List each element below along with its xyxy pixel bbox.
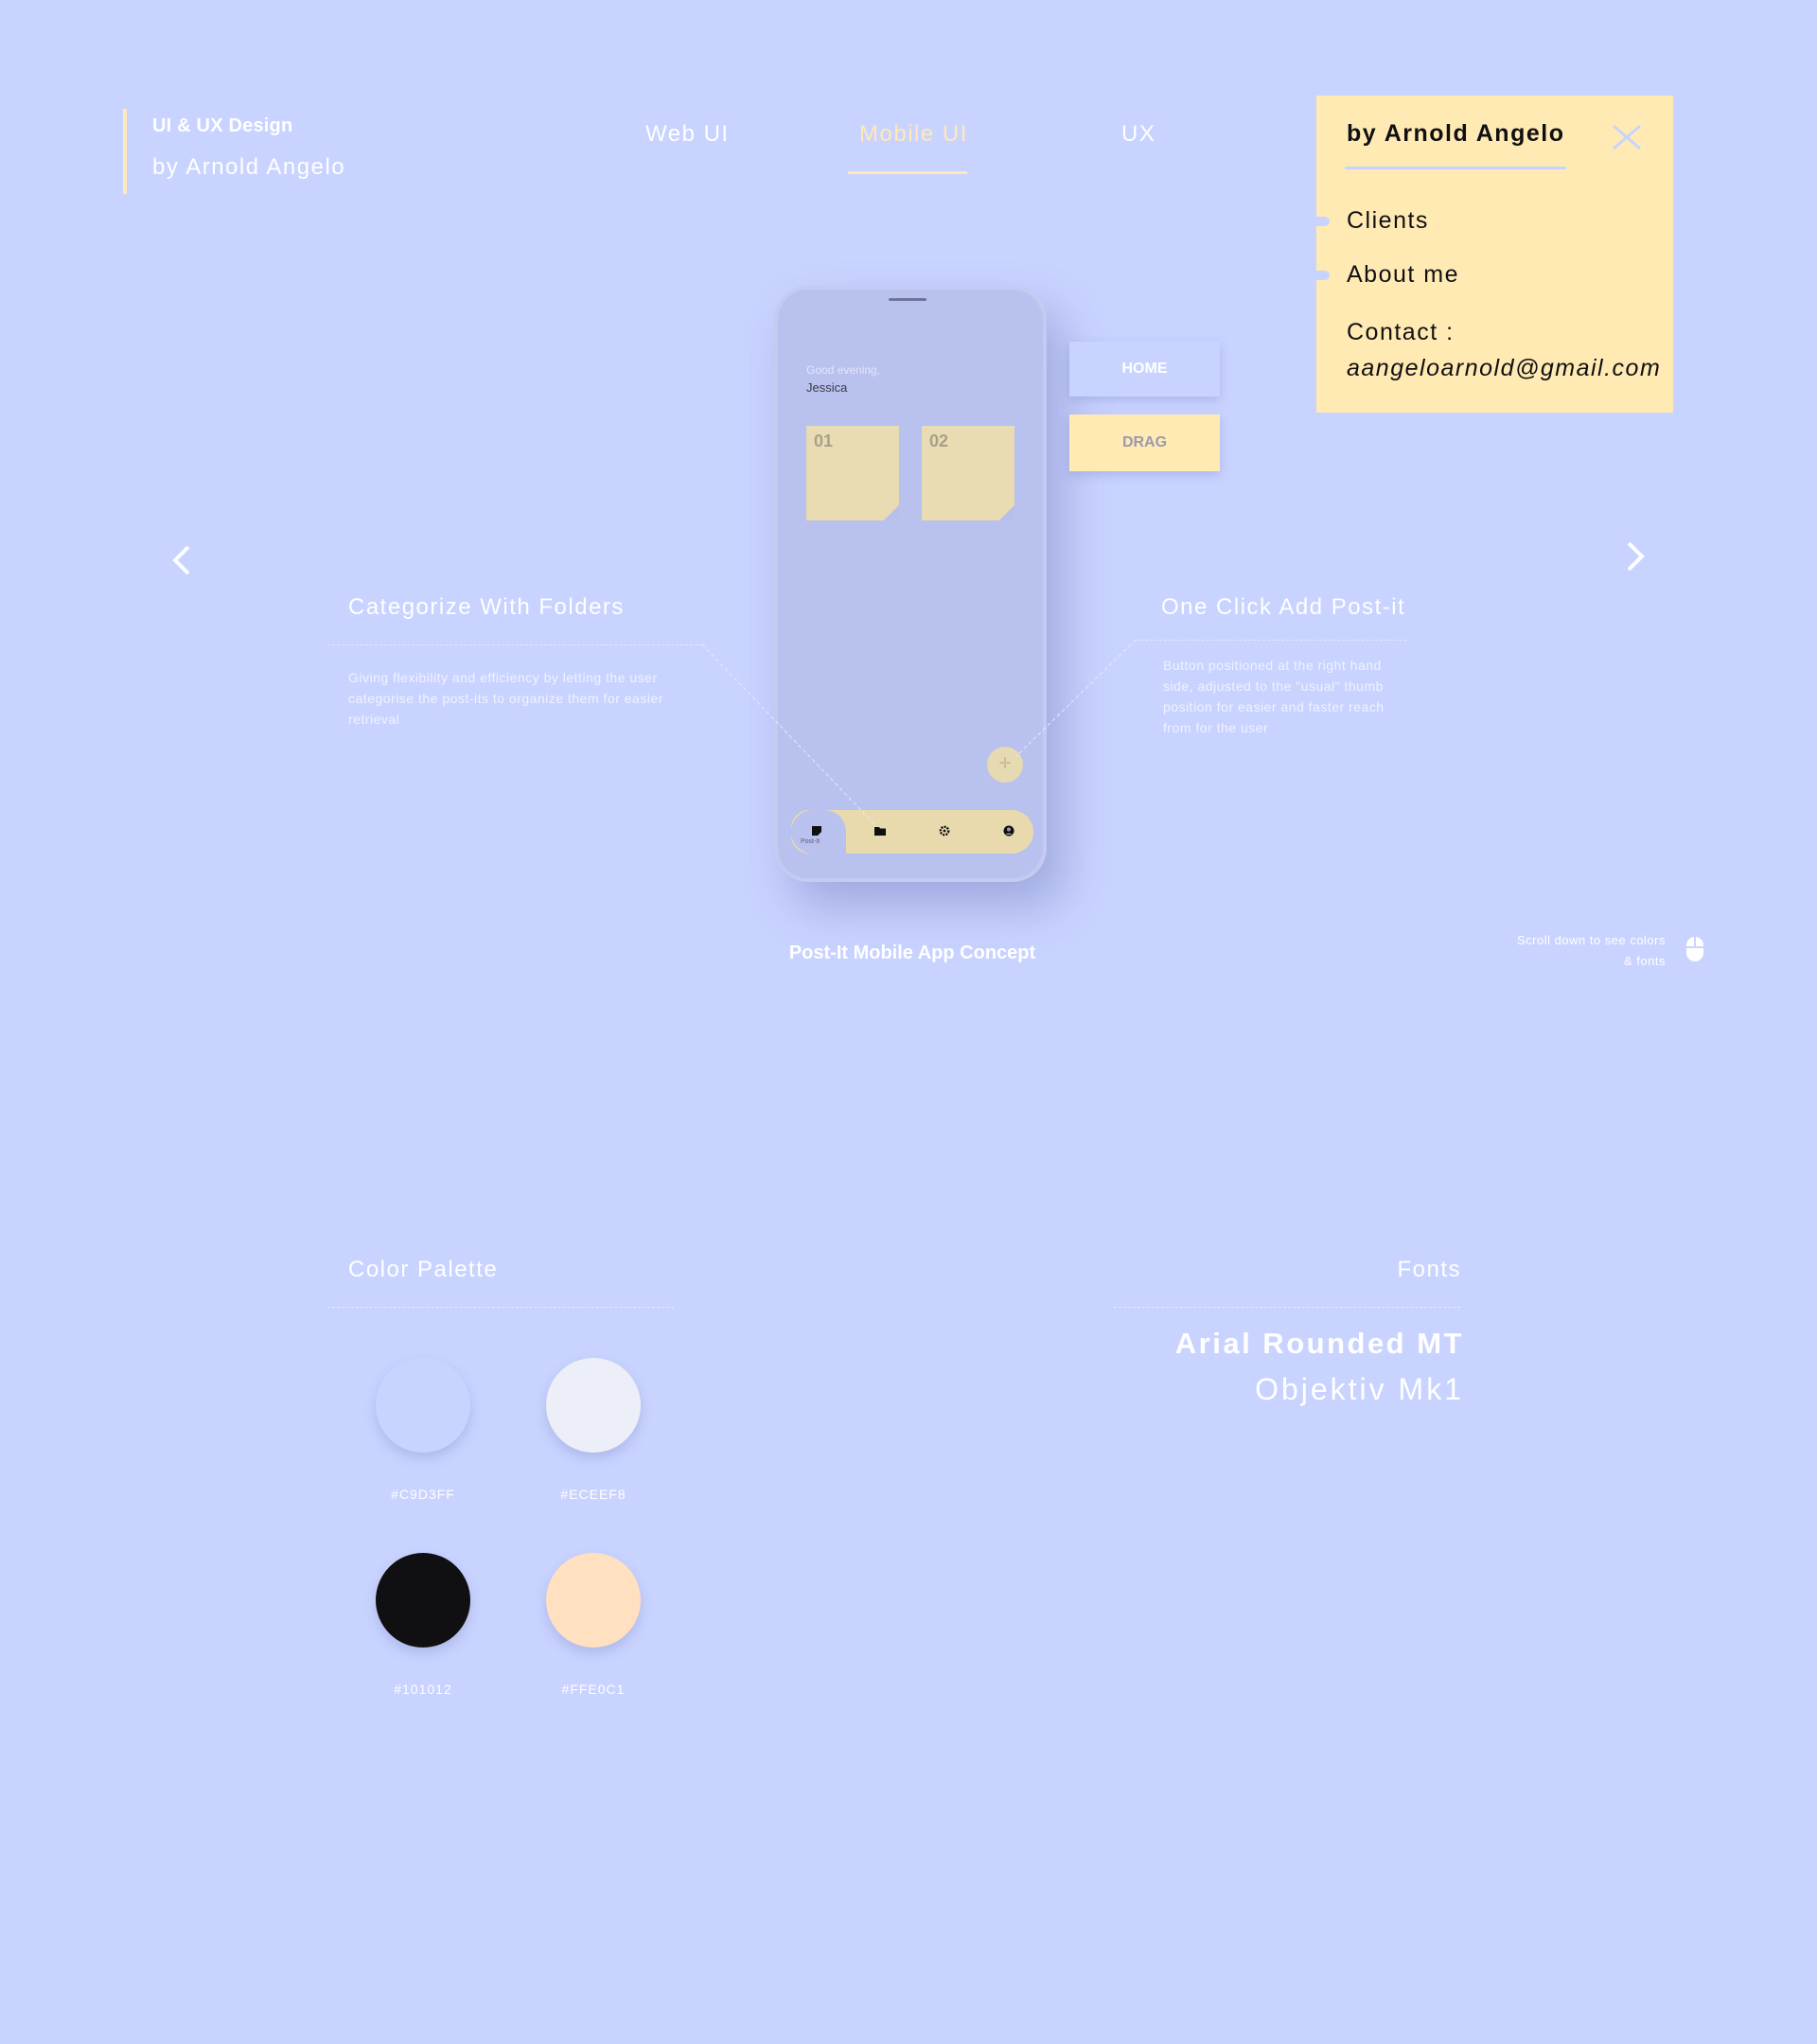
font-name: Arial Rounded MT xyxy=(1174,1327,1464,1360)
color-swatch xyxy=(376,1358,470,1453)
color-swatch-label: #FFE0C1 xyxy=(561,1682,626,1697)
palette-title: Color Palette xyxy=(348,1257,499,1282)
scroll-hint: Scroll down to see colors & fonts xyxy=(1457,930,1666,972)
feature-title: Categorize With Folders xyxy=(348,594,625,620)
mouse-icon xyxy=(1685,936,1704,962)
palette-divider xyxy=(327,1307,674,1308)
color-swatch xyxy=(546,1553,641,1648)
scroll-hint-line: & fonts xyxy=(1624,954,1666,968)
feature-title: One Click Add Post-it xyxy=(1161,594,1406,620)
color-swatch xyxy=(376,1553,470,1648)
fonts-divider xyxy=(1114,1307,1460,1308)
color-swatch xyxy=(546,1358,641,1453)
feature-divider xyxy=(1136,640,1406,641)
fonts-title: Fonts xyxy=(1397,1257,1461,1282)
feature-connector-lines xyxy=(701,639,1137,826)
color-swatch-label: #101012 xyxy=(394,1682,452,1697)
scroll-hint-line: Scroll down to see colors xyxy=(1516,933,1666,947)
font-name: Objektiv Mk1 xyxy=(1255,1372,1464,1406)
feature-description: Button positioned at the right hand side… xyxy=(1163,658,1385,735)
feature-description: Giving flexibility and efficiency by let… xyxy=(348,670,663,727)
color-swatch-label: #ECEEF8 xyxy=(560,1487,626,1502)
color-swatch-label: #C9D3FF xyxy=(391,1487,455,1502)
app-caption: Post-It Mobile App Concept xyxy=(788,943,1036,963)
feature-divider xyxy=(327,644,702,645)
